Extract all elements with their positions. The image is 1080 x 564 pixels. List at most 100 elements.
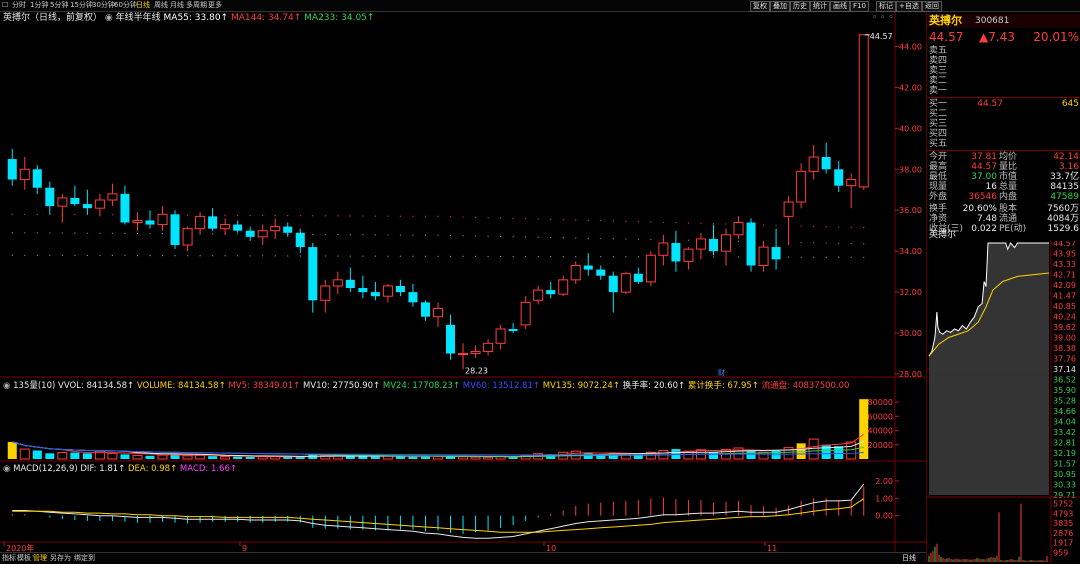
period-tab-7[interactable]: 周线 [154,0,168,11]
ma55-dot [186,255,189,257]
period-tab-3[interactable]: 15分钟 [70,0,93,11]
ma144-dot [550,218,552,220]
bottom-tab-3[interactable]: 另存为 [50,553,71,564]
ma144-dot [712,223,715,225]
volume-bar [233,456,243,459]
price-tick-label: 42.00 [899,83,922,92]
candle-body [220,224,231,230]
mini-vol-tick: 3835 [1053,519,1073,528]
toolbar-button-5[interactable]: F10 [850,1,869,12]
settings-icon[interactable]: ◉ [105,13,113,23]
mini-price-tick: 40.85 [1053,302,1076,311]
candle-body [583,265,593,270]
ma-label: 年线半年线 [115,13,161,23]
ma55-dot [788,256,790,258]
toolbar-button-8[interactable]: 返回 [922,1,942,12]
candle-body [270,226,281,232]
bottom-tab-1[interactable]: 模板 [17,553,31,564]
vol-settings-icon[interactable]: ◉ [3,381,10,391]
period-tab-10[interactable]: 更多 [208,0,222,11]
stat-label-right: 内盘 [999,192,1018,202]
ma144-dot [249,214,251,217]
bid-price: 44.57 [977,99,1003,109]
price-tick-label: 36.00 [899,206,922,215]
stats-row: 现量 16 总量 84135 [927,182,1080,192]
ma233-dot [149,232,151,235]
ma55-dot [863,256,865,258]
candle-body [846,179,857,187]
low-price-label: 28.23 [465,366,488,375]
volume-bar [45,453,55,459]
ma55-dot [600,256,602,258]
ma233-dot [212,233,214,235]
mini-price-tick: 41.47 [1053,292,1076,301]
ma144-dot [662,221,664,223]
stat-label-right: 总量 [999,182,1018,192]
price-header: 英搏尔（日线，前复权） ◉ 年线半年线 MA55: 33.80↑ MA144: … [3,13,374,24]
stats-divider [927,150,1080,151]
ma55-dot [149,255,151,257]
period-tab-6[interactable]: 日线 [136,0,150,11]
period-tab-2[interactable]: 5分钟 [50,0,68,11]
candle-body [320,285,331,301]
cum-turnover-value: 累计换手: 67.95↑ [687,381,759,391]
mini-intraday-chart[interactable]: 44.57 43.9543.33 42.7142.09 41.4740.8540.24… [927,241,1080,563]
mini-vol-tick: 1917 [1053,539,1073,548]
period-tab-0[interactable]: 分时 [12,0,26,11]
menu-icon[interactable]: ☐ [2,0,8,11]
candle-body [671,242,681,262]
period-tab-8[interactable]: 月线 [170,0,184,11]
bottom-tab-0[interactable]: 指标 [2,553,16,564]
period-tab-4[interactable]: 30分钟 [92,0,115,11]
ma144-dot [224,214,226,216]
macd-tick-label: 1.00 [875,494,893,503]
bottom-tab-4[interactable]: 绑定到 [74,553,95,564]
ma55-dot [387,255,389,257]
ma144-dot [74,214,76,216]
ma144-dot [399,215,402,217]
candle-body [570,265,581,281]
ma233-dot [437,234,439,236]
event-marker: 财 [718,368,725,377]
toolbar-button-3[interactable]: 统计 [810,1,830,12]
stats-row: 净资 7.48 流通 4084万 [927,214,1080,224]
stock-code: 300681 [975,16,1010,26]
ma55-dot [86,254,88,257]
toolbar-button-6[interactable]: 标记 [876,1,896,12]
chart-settings-icons[interactable]: ◦ ◦ ◦ [872,13,894,24]
period-tab-9[interactable]: 多周期 [186,0,207,11]
dif-value: DIF: 1.81↑ [80,464,126,474]
toolbar-button-4[interactable]: 画线 [830,1,850,12]
candle-body [182,228,193,246]
ma144-dot [412,215,414,217]
ma55-dot [562,255,564,258]
volume-bar [157,454,168,460]
candle-body [808,156,819,172]
ma233-dot [99,232,101,234]
mini-price-tick: 30.33 [1053,480,1076,489]
candle-body [695,238,706,250]
mini-price-tick: 34.66 [1053,407,1076,416]
period-tab-1[interactable]: 1分钟 [30,0,48,11]
ma144-dot [863,227,865,229]
ma55-dot [813,256,815,258]
macd-tick-label: 2.00 [875,477,893,486]
toolbar-button-7[interactable]: +自选 [896,1,922,12]
ma233-dot [161,233,164,235]
bottom-tab-2[interactable]: 管理 [33,553,47,564]
toolbar-button-0[interactable]: 复权 [750,1,770,12]
stat-label-right: 股本 [999,204,1018,214]
period-tab-5[interactable]: 60分钟 [114,0,137,11]
macd-settings-icon[interactable]: ◉ [3,464,10,474]
candle-body [195,215,206,230]
mini-footer-label: 日线 [902,554,916,562]
mv24-value: MV24: 17708.23↑ [382,381,461,391]
volume-tick-label: 40000 [868,427,893,436]
price-tick-label: 30.00 [899,329,922,338]
ma144-dot [800,225,802,227]
toolbar-button-1[interactable]: 叠加 [770,1,790,12]
stat-value-left: 44.57 [971,162,997,172]
toolbar-button-2[interactable]: 历史 [790,1,810,12]
ma144-dot [600,220,602,222]
ma55-dot [224,255,226,257]
